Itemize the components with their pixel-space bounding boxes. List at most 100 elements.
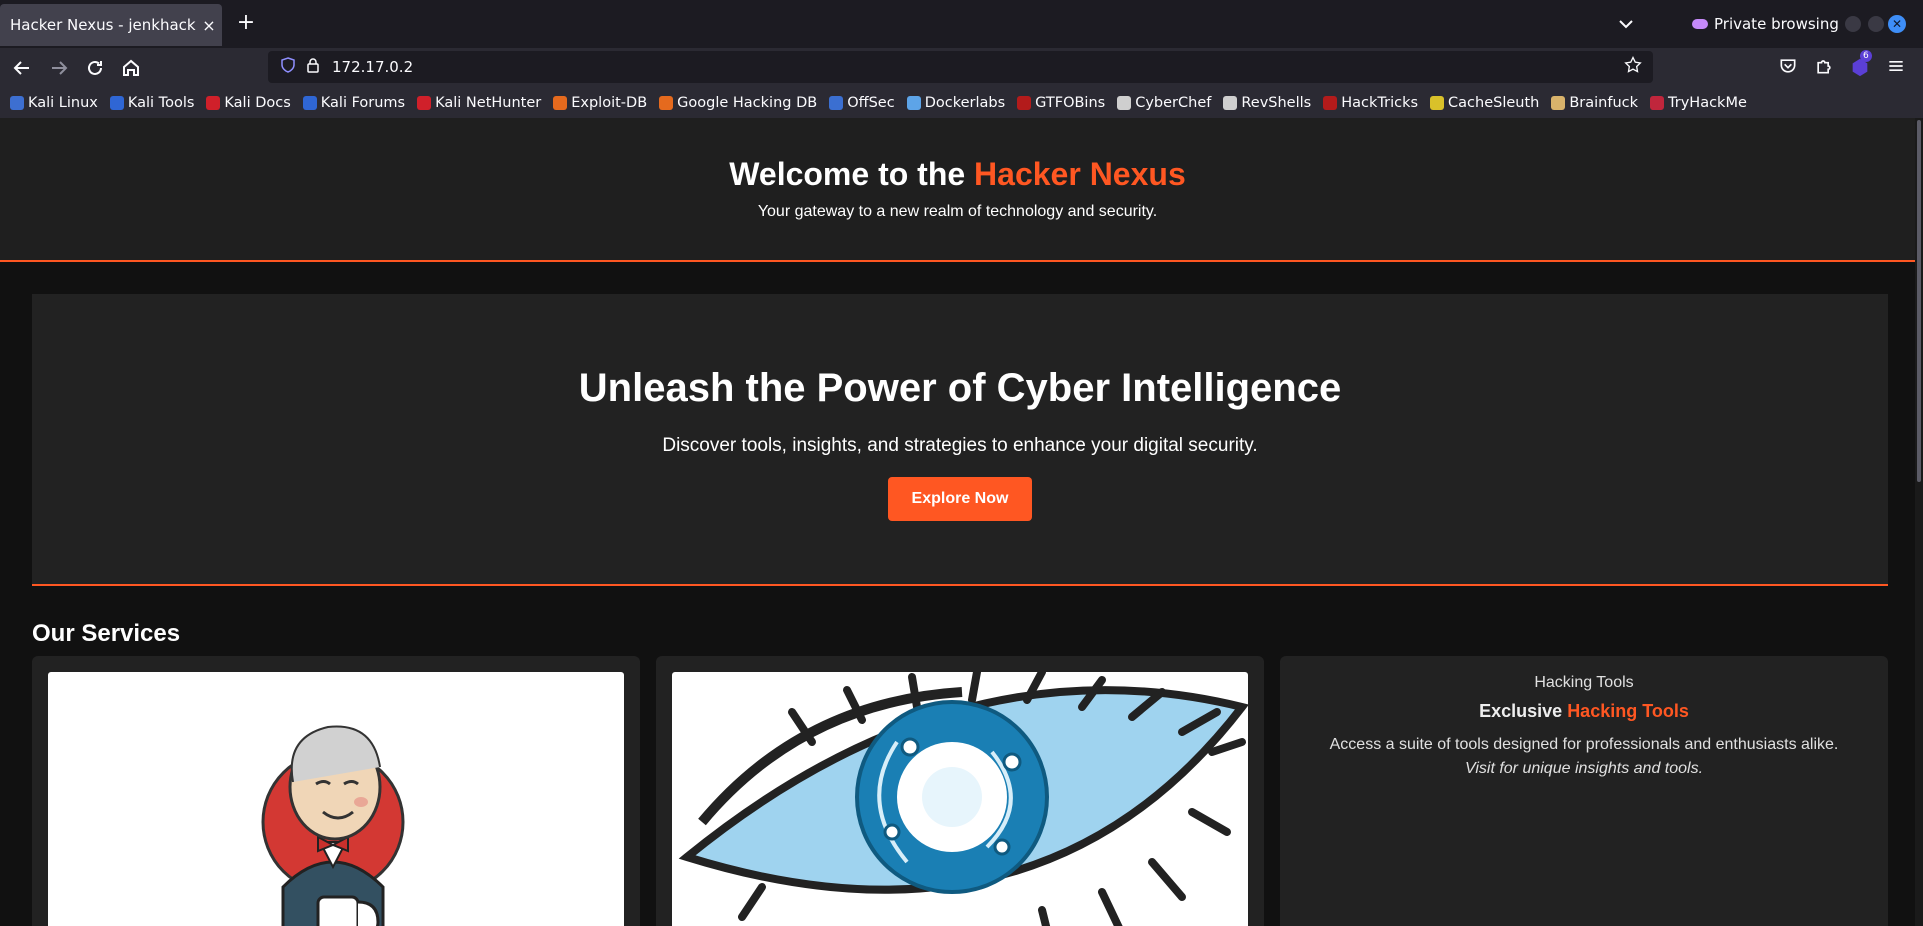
bookmark-label: HackTricks [1341,95,1419,111]
page-scrollbar[interactable] [1915,118,1923,926]
services-title: Our Services [32,620,181,647]
bookmark-favicon-icon [206,96,221,110]
bookmark-label: Kali Docs [224,95,291,111]
bookmark-label: Kali Tools [127,95,195,111]
service-card-jenkins[interactable] [32,656,640,926]
hero-title: Unleash the Power of Cyber Intelligence [578,366,1342,410]
bookmark-favicon-icon [1430,96,1445,110]
card-description: Access a suite of tools designed for pro… [1329,736,1839,753]
forward-arrow-icon[interactable] [47,56,71,80]
bookmark-item[interactable]: OffSec [829,95,895,111]
reload-icon[interactable] [83,56,107,80]
eye-logo-image [672,672,1248,926]
service-card-hacking-tools[interactable]: Hacking Tools Exclusive Hacking Tools Ac… [1280,656,1888,926]
bookmark-item[interactable]: Google Hacking DB [659,95,817,111]
explore-now-button[interactable]: Explore Now [888,477,1032,521]
bookmark-favicon-icon [829,96,844,110]
back-arrow-icon[interactable] [10,56,34,80]
bookmark-star-icon[interactable] [1623,55,1643,80]
bookmark-item[interactable]: HackTricks [1323,95,1418,111]
bookmark-favicon-icon [1323,96,1338,110]
extension-count-badge: 6 [1860,50,1872,62]
bookmark-label: Kali Linux [28,95,98,111]
bookmark-favicon-icon [109,96,124,110]
hero-section: Unleash the Power of Cyber Intelligence … [32,294,1888,586]
jenkins-logo-image [48,672,624,926]
site-title-prefix: Welcome to the [729,156,975,192]
bookmark-label: Kali Forums [320,95,406,111]
bookmark-item[interactable]: RevShells [1223,95,1311,111]
tab-bar: Hacker Nexus - jenkhack.hl × + Private b… [0,0,1923,48]
bookmark-label: TryHackMe [1668,95,1747,111]
bookmark-label: Google Hacking DB [677,95,818,111]
bookmark-favicon-icon [906,96,921,110]
url-bar[interactable]: 172.17.0.2 [268,51,1653,83]
bookmark-label: OffSec [847,95,895,111]
bookmark-favicon-icon [1117,96,1132,110]
card-title: Exclusive Hacking Tools [1280,701,1888,722]
minimize-button[interactable] [1845,16,1861,32]
web-page: Welcome to the Hacker Nexus Your gateway… [0,118,1915,926]
bookmark-item[interactable]: Kali Docs [206,95,291,111]
active-tab[interactable]: Hacker Nexus - jenkhack.hl × [0,4,222,46]
bookmark-label: RevShells [1241,95,1312,111]
bookmark-item[interactable]: Exploit-DB [553,95,647,111]
service-card-eye[interactable] [656,656,1264,926]
tracking-shield-icon[interactable] [280,57,296,77]
bookmark-favicon-icon [1650,96,1665,110]
bookmark-favicon-icon [417,96,432,110]
bookmark-label: CacheSleuth [1448,95,1540,111]
bookmarks-toolbar: Kali Linux Kali Tools Kali Docs Kali Forums… [0,88,1923,118]
scrollbar-thumb[interactable] [1917,120,1921,482]
url-text[interactable]: 172.17.0.2 [332,58,413,76]
private-mask-icon [1692,19,1708,29]
maximize-button[interactable] [1868,16,1884,32]
site-header: Welcome to the Hacker Nexus Your gateway… [0,118,1915,262]
pocket-icon[interactable] [1776,56,1800,80]
bookmark-label: Kali NetHunter [435,95,542,111]
site-title-accent: Hacker Nexus [974,156,1186,192]
bookmark-item[interactable]: CacheSleuth [1430,95,1539,111]
card-title-accent: Hacking Tools [1567,701,1689,721]
tab-title: Hacker Nexus - jenkhack.hl [10,16,196,34]
bookmark-favicon-icon [1551,96,1566,110]
bookmark-favicon-icon [302,96,317,110]
bookmark-favicon-icon [1223,96,1238,110]
tab-list-chevron-icon[interactable] [1614,12,1638,36]
bookmark-item[interactable]: Dockerlabs [906,95,1006,111]
bookmark-label: GTFOBins [1035,95,1106,111]
tab-close-icon[interactable]: × [196,16,222,35]
window-close-button[interactable]: ✕ [1888,15,1906,33]
bookmark-item[interactable]: TryHackMe [1650,95,1747,111]
bookmark-item[interactable]: Kali NetHunter [417,95,541,111]
site-subtitle: Your gateway to a new realm of technolog… [757,203,1158,220]
bookmark-item[interactable]: Brainfuck [1551,95,1638,111]
card-title-prefix: Exclusive [1479,701,1568,721]
bookmark-label: Brainfuck [1569,95,1639,111]
card-note: Visit for unique insights and tools. [1464,760,1704,777]
bookmark-item[interactable]: GTFOBins [1017,95,1105,111]
bookmark-favicon-icon [10,96,24,110]
bookmark-item[interactable]: Kali Forums [302,95,406,111]
new-tab-button[interactable]: + [232,10,260,38]
private-browsing-label: Private browsing [1714,15,1839,33]
bookmark-item[interactable]: Kali Linux [10,95,98,111]
hamburger-menu-icon[interactable] [1884,56,1908,80]
bookmark-label: Dockerlabs [924,95,1006,111]
private-browsing-indicator: Private browsing [1692,12,1839,36]
bookmark-label: Exploit-DB [571,95,648,111]
site-title: Welcome to the Hacker Nexus [0,156,1915,193]
navigation-toolbar: 172.17.0.2 6 [0,48,1923,88]
extensions-puzzle-icon[interactable] [1812,56,1836,80]
bookmark-label: CyberChef [1135,95,1212,111]
hero-text: Discover tools, insights, and strategies… [662,435,1258,456]
extension-badge-icon[interactable]: 6 [1848,50,1872,80]
card-label: Hacking Tools [1534,674,1634,691]
bookmark-favicon-icon [1017,96,1032,110]
bookmark-item[interactable]: Kali Tools [109,95,195,111]
bookmark-favicon-icon [659,96,674,110]
bookmark-favicon-icon [553,96,568,110]
home-icon[interactable] [119,56,143,80]
lock-icon[interactable] [306,57,320,77]
bookmark-item[interactable]: CyberChef [1117,95,1211,111]
